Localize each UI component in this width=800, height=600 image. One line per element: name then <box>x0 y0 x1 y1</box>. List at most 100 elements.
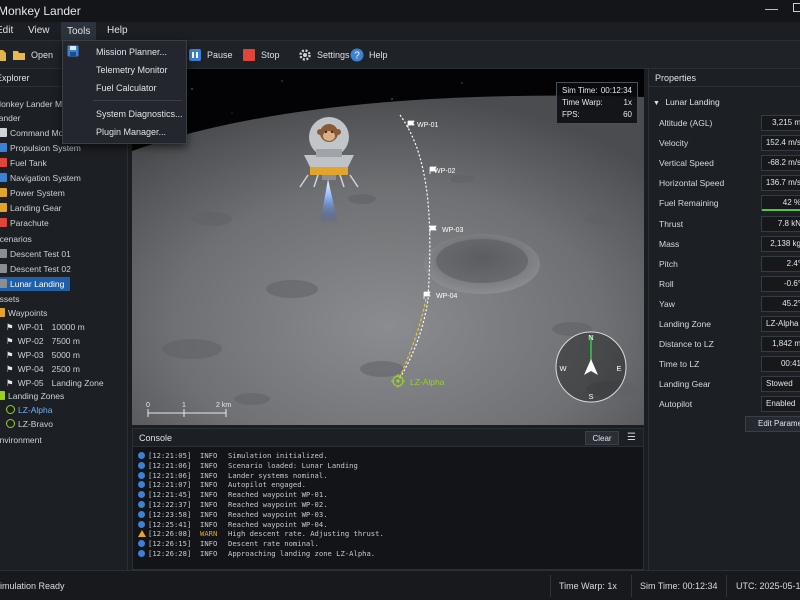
menu-view[interactable]: View <box>28 25 50 36</box>
property-label: Landing Gear <box>659 379 711 390</box>
landing-zone-item[interactable]: LZ-Bravo <box>6 417 53 431</box>
open-button[interactable]: Open <box>12 47 53 63</box>
property-value-field[interactable]: 1,842 m <box>761 336 800 353</box>
property-label: Autopilot <box>659 399 693 410</box>
log-line: [12:22:37] INFO Reached waypoint WP-02. <box>138 500 328 510</box>
log-timestamp: [12:26:28] <box>148 549 192 558</box>
property-value-field[interactable]: 2,138 kg <box>761 235 800 252</box>
log-line: [12:26:28] INFO Approaching landing zone L… <box>138 549 375 559</box>
property-value-field[interactable]: 7.8 kN <box>761 215 800 232</box>
property-value-field[interactable]: 00:41 <box>761 356 800 373</box>
tree-item-lander[interactable]: Landing Gear <box>0 201 62 215</box>
tree-group-waypoints[interactable]: Waypoints <box>0 306 47 320</box>
log-timestamp: [12:22:37] <box>148 500 192 509</box>
pause-button[interactable]: Pause <box>188 47 233 63</box>
menu-help[interactable]: Help <box>107 25 128 36</box>
wp-label: WP-02 <box>434 168 456 175</box>
tree-item-lander[interactable]: Parachute <box>0 216 49 230</box>
waypoint-name: WP-05 <box>17 378 44 388</box>
tree-label: Propulsion System <box>10 143 81 153</box>
waypoint-item[interactable]: ⚑ WP-01 10000 m <box>6 320 85 334</box>
menu-item-mission-planner[interactable]: Mission Planner... <box>96 47 167 57</box>
section-header[interactable]: ▼ Lunar Landing <box>653 97 720 107</box>
menu-item-fuel-calculator[interactable]: Fuel Calculator <box>96 83 157 93</box>
svg-text:E: E <box>616 364 621 373</box>
tree-group-assets[interactable]: Assets <box>0 292 20 306</box>
info-icon <box>138 471 145 479</box>
gear-icon <box>299 49 311 61</box>
log-level: INFO <box>200 549 218 558</box>
console-panel: Console Clear ☰ [12:21:05] INFO Simulation… <box>132 428 644 570</box>
console-header: Console Clear ☰ <box>133 429 643 447</box>
menu-item-system-diagnostics[interactable]: System Diagnostics... <box>96 109 183 119</box>
property-row: Pitch 2.4° <box>649 254 800 274</box>
property-label: Roll <box>659 278 674 289</box>
edit-parameters-button[interactable]: Edit Parameters <box>745 416 800 432</box>
property-value-field[interactable]: 2.4° <box>761 255 800 272</box>
menu-item-plugin-manager[interactable]: Plugin Manager... <box>96 127 166 137</box>
landing-zone-item[interactable]: LZ-Alpha <box>6 403 53 417</box>
property-label: Horizontal Speed <box>659 178 725 189</box>
log-line: [12:21:07] INFO Autopilot engaged. <box>138 480 306 490</box>
tree-item-scenario[interactable]: Lunar Landing <box>0 277 71 291</box>
property-row: Yaw 45.2° <box>649 294 800 314</box>
property-value-field[interactable]: -0.6° <box>761 275 800 292</box>
menu-item-telemetry-monitor[interactable]: Telemetry Monitor <box>96 65 168 75</box>
console-title: Console <box>139 433 173 443</box>
collapse-caret-icon: ▼ <box>653 100 660 107</box>
fps-label: FPS: <box>562 110 580 119</box>
property-value-field[interactable]: 3,215 m <box>761 115 800 131</box>
tree-item-lander[interactable]: Power System <box>0 186 65 200</box>
stop-icon <box>243 49 255 61</box>
tree-item-lander[interactable]: Fuel Tank <box>0 156 47 170</box>
status-sim-time: Sim Time: 00:12:34 <box>640 581 718 591</box>
wp-label: WP-03 <box>442 227 464 234</box>
menu-tools[interactable]: Tools <box>61 22 97 41</box>
help-button[interactable]: ? Help <box>350 47 388 63</box>
tree-label: LZ-Bravo <box>18 419 53 429</box>
tree-group-environment[interactable]: Environment <box>0 433 42 447</box>
tree-item-lander[interactable]: Navigation System <box>0 171 81 185</box>
log-level: INFO <box>200 539 218 549</box>
property-select[interactable]: Enabled <box>761 396 800 413</box>
property-select[interactable]: Stowed <box>761 376 800 393</box>
waypoint-item[interactable]: ⚑ WP-05 Landing Zone <box>6 376 104 390</box>
property-row: Landing Zone LZ-Alpha <box>649 314 800 334</box>
tree-group-lander[interactable]: Lander <box>0 111 20 125</box>
property-value-field[interactable]: -68.2 m/s <box>761 155 800 172</box>
pause-label: Pause <box>207 50 233 60</box>
property-row: Velocity 152.4 m/s <box>649 133 800 153</box>
menu-edit[interactable]: Edit <box>0 25 13 36</box>
open-label: Open <box>31 50 54 60</box>
waypoint-item[interactable]: ⚑ WP-02 7500 m <box>6 334 80 348</box>
property-value-field[interactable]: 136.7 m/s <box>761 175 800 192</box>
stop-label: Stop <box>261 50 280 60</box>
tree-item-scenario[interactable]: Descent Test 01 <box>0 247 71 261</box>
log-timestamp: [12:21:45] <box>148 490 192 500</box>
clear-console-button[interactable]: Clear <box>585 431 619 445</box>
waypoint-item[interactable]: ⚑ WP-03 5000 m <box>6 348 80 362</box>
tree-group-landing-zones[interactable]: Landing Zones <box>0 389 64 403</box>
tree-item-scenario[interactable]: Descent Test 02 <box>0 262 71 276</box>
property-select[interactable]: LZ-Alpha <box>761 316 800 332</box>
tree-label: Environment <box>0 435 42 445</box>
settings-button[interactable]: Settings <box>298 47 350 63</box>
log-level: INFO <box>200 519 218 529</box>
tree-label: Lunar Landing <box>10 279 65 289</box>
hamburger-menu-icon[interactable]: ☰ <box>627 432 636 443</box>
stop-button[interactable]: Stop <box>242 47 280 63</box>
menu-bar: Edit View Tools Help <box>0 22 800 41</box>
svg-text:W: W <box>559 364 567 373</box>
status-time-warp: Time Warp: 1x <box>559 581 617 591</box>
maximize-icon[interactable] <box>793 3 800 12</box>
minimize-icon[interactable]: — <box>765 1 778 16</box>
tree-group-scenarios[interactable]: Scenarios <box>0 232 32 246</box>
compass[interactable]: N S E W <box>555 331 627 403</box>
save-icon <box>67 45 79 57</box>
new-button[interactable] <box>0 47 8 63</box>
window-title: Monkey Lander <box>0 4 81 18</box>
waypoint-item[interactable]: ⚑ WP-04 2500 m <box>6 362 80 376</box>
property-value-field[interactable]: 45.2° <box>761 295 800 312</box>
tree-label: Parachute <box>10 218 49 228</box>
property-value-field[interactable]: 152.4 m/s <box>761 135 800 152</box>
